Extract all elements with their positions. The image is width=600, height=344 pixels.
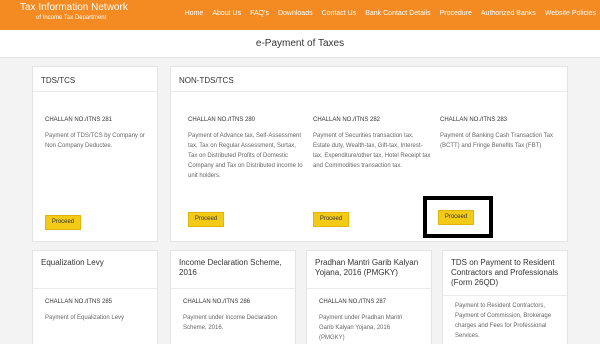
challan-283: CHALLAN NO./ITNS 283 Payment of Banking …: [440, 117, 558, 151]
proceed-button-281[interactable]: Proceed: [45, 215, 81, 230]
income-declaration-panel: Income Declaration Scheme, 2016 CHALLAN …: [170, 250, 296, 344]
non-tds-tcs-panel: NON-TDS/TCS CHALLAN NO./ITNS 280 Payment…: [170, 66, 568, 242]
tds-panel-title: TDS/TCS: [41, 76, 76, 85]
nav-website-policies[interactable]: Website Policies: [545, 10, 596, 17]
nav-about-us[interactable]: About Us: [212, 10, 241, 17]
nav-faqs[interactable]: FAQ's: [250, 10, 269, 17]
challan-280: CHALLAN NO./ITNS 280 Payment of Advance …: [188, 117, 306, 181]
challan-description: Payment of Securities transaction tax, E…: [313, 133, 431, 169]
site-logo[interactable]: Tax Information Network of Income Tax De…: [20, 2, 128, 22]
challan-description: Payment of Equalization Levy: [45, 315, 125, 321]
challan-description: Payment of Banking Cash Transaction Tax …: [440, 133, 553, 149]
logo-title: Tax Information Network: [20, 2, 128, 13]
tds-tcs-panel: TDS/TCS CHALLAN NO./ITNS 281 Payment of …: [32, 66, 158, 242]
main-nav: Home About Us FAQ's Downloads Contact Us…: [185, 10, 596, 17]
highlight-box: [423, 196, 493, 238]
challan-description: Payment of TDS/TCS by Company or Non Com…: [45, 133, 145, 149]
divider: [33, 288, 157, 289]
challan-26qd: Payment to Resident Contractors, Payment…: [455, 301, 563, 341]
nav-bank-contact-details[interactable]: Bank Contact Details: [365, 10, 430, 17]
panel-title: TDS on Payment to Resident Contractors a…: [451, 258, 559, 287]
non-tds-panel-title: NON-TDS/TCS: [179, 76, 234, 85]
nav-downloads[interactable]: Downloads: [278, 10, 313, 17]
challan-286: CHALLAN NO./ITNS 286 Payment under Incom…: [183, 299, 291, 333]
challan-287: CHALLAN NO./ITNS 287 Payment under Pradh…: [319, 299, 415, 343]
challan-number: CHALLAN NO./ITNS 286: [183, 299, 251, 305]
challan-number: CHALLAN NO./ITNS 281: [45, 117, 113, 123]
nav-authorized-banks[interactable]: Authorized Banks: [481, 10, 536, 17]
nav-home[interactable]: Home: [185, 10, 204, 17]
divider: [171, 91, 567, 92]
site-header: Tax Information Network of Income Tax De…: [0, 0, 600, 30]
panel-title: Pradhan Mantri Garib Kalyan Yojana, 2016…: [315, 258, 419, 277]
equalization-levy-panel: Equalization Levy CHALLAN NO./ITNS 285 P…: [32, 250, 158, 344]
challan-number: CHALLAN NO./ITNS 283: [440, 117, 508, 123]
panel-title: Income Declaration Scheme, 2016: [179, 258, 282, 277]
challan-number: CHALLAN NO./ITNS 287: [319, 299, 387, 305]
tds-resident-contractors-panel: TDS on Payment to Resident Contractors a…: [442, 250, 568, 344]
challan-number: CHALLAN NO./ITNS 285: [45, 299, 113, 305]
proceed-button-280[interactable]: Proceed: [188, 212, 224, 227]
nav-contact-us[interactable]: Contact Us: [322, 10, 357, 17]
challan-282: CHALLAN NO./ITNS 282 Payment of Securiti…: [313, 117, 431, 171]
challan-number: CHALLAN NO./ITNS 282: [313, 117, 381, 123]
divider: [443, 295, 567, 296]
challan-281: CHALLAN NO./ITNS 281 Payment of TDS/TCS …: [45, 117, 153, 151]
divider: [33, 91, 157, 92]
logo-subtitle: of Income Tax Department: [36, 15, 107, 21]
challan-description: Payment under Income Declaration Scheme,…: [183, 315, 278, 331]
panel-title: Equalization Levy: [41, 258, 104, 267]
divider: [171, 288, 295, 289]
challan-description: Payment of Advance tax, Self-Assessment …: [188, 133, 303, 179]
nav-procedure[interactable]: Procedure: [440, 10, 472, 17]
challan-285: CHALLAN NO./ITNS 285 Payment of Equaliza…: [45, 299, 153, 323]
divider: [307, 288, 431, 289]
challan-description: Payment under Pradhan Mantri Garib Kalya…: [319, 315, 403, 341]
challan-description: Payment to Resident Contractors, Payment…: [455, 303, 552, 339]
page-title: e-Payment of Taxes: [0, 30, 600, 58]
proceed-button-282[interactable]: Proceed: [313, 212, 349, 227]
challan-number: CHALLAN NO./ITNS 280: [188, 117, 256, 123]
pmgky-panel: Pradhan Mantri Garib Kalyan Yojana, 2016…: [306, 250, 432, 344]
